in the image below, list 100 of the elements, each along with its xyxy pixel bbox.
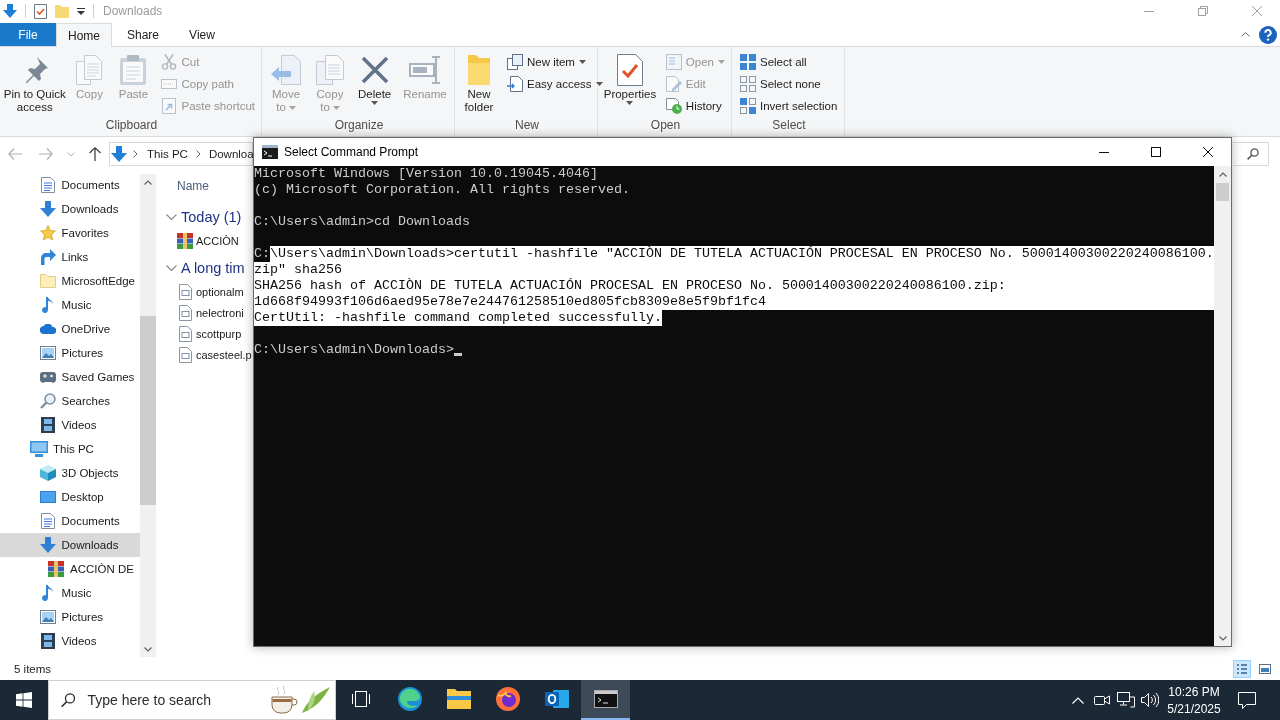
tea-cup-drawing — [268, 685, 330, 715]
console-text: Microsoft Windows [Version 10.0.19045.4046] — [254, 166, 598, 182]
scrollbar[interactable] — [1214, 166, 1231, 646]
nav-item[interactable]: Downloads — [0, 197, 140, 221]
file-menu-tab[interactable]: File — [0, 23, 56, 46]
copy-icon — [76, 55, 103, 85]
notification-icon[interactable] — [1238, 691, 1256, 709]
nav-item[interactable]: Pictures — [0, 341, 140, 365]
nav-item[interactable]: Links — [0, 245, 140, 269]
file-item[interactable]: casesteel.p — [177, 344, 252, 365]
address-field[interactable]: This PC Downloa — [109, 142, 253, 166]
file-icon — [178, 346, 192, 363]
film-icon — [40, 417, 55, 433]
ribbon-tab[interactable]: View — [174, 23, 230, 46]
ribbon-button[interactable]: New folder — [459, 51, 499, 117]
ribbon-button[interactable]: Select none — [736, 73, 842, 95]
file-item[interactable]: optionalm — [177, 281, 244, 302]
terminal-icon — [262, 145, 278, 159]
taskbar-button[interactable] — [581, 680, 630, 720]
chevron-down-icon[interactable] — [166, 264, 177, 272]
search-box[interactable]: Type here to search — [48, 680, 336, 720]
select-all-icon — [740, 54, 756, 70]
download-arrow-icon — [39, 537, 56, 553]
nav-item[interactable]: Music — [0, 293, 140, 317]
nav-item[interactable]: Music — [0, 581, 140, 605]
scrollbar-thumb[interactable] — [1216, 183, 1229, 201]
up-arrow-icon[interactable] — [89, 147, 101, 161]
select-none-icon — [740, 76, 756, 92]
restore-icon[interactable] — [1198, 6, 1208, 16]
console-text: C:\Users\admin>cd Downloads — [254, 214, 470, 230]
file-item[interactable]: nelectroni — [177, 302, 244, 323]
breadcrumb-item[interactable]: Downloa — [208, 148, 254, 160]
minimize-icon[interactable] — [1099, 151, 1109, 153]
console-text: (c) Microsoft Corporation. All rights reserved. — [254, 182, 630, 198]
rename-icon — [409, 56, 441, 84]
file-item[interactable]: ACCIÒN — [177, 230, 239, 251]
ribbon-button[interactable]: Select all — [736, 51, 842, 73]
clock-time[interactable]: 10:26 PM — [1168, 684, 1220, 699]
scroll-up-icon[interactable] — [144, 179, 152, 185]
ribbon-button[interactable]: Invert selection — [736, 95, 842, 117]
scroll-up-icon[interactable] — [1218, 171, 1227, 177]
picture-icon — [39, 346, 56, 360]
nav-item[interactable]: Desktop — [0, 485, 140, 509]
screen-icon — [39, 491, 56, 503]
group-title[interactable]: A long tim — [181, 260, 245, 276]
nav-item[interactable]: Searches — [0, 389, 140, 413]
console-text: 1d668f94993f106d6aed95e78e7e244761258510ed805fcb8309e8e5f9bf1fc4 — [254, 294, 1214, 310]
scrollbar-thumb[interactable] — [140, 316, 156, 505]
nav-item[interactable]: Videos — [0, 413, 140, 437]
scroll-down-icon[interactable] — [1218, 635, 1227, 641]
nav-item[interactable]: MicrosoftEdge — [0, 269, 140, 293]
file-item[interactable]: scottpurp — [177, 323, 242, 344]
clock-date[interactable]: 5/21/2025 — [1167, 701, 1221, 716]
scrollbar[interactable] — [140, 174, 156, 657]
checkmark-page-icon[interactable] — [34, 3, 47, 19]
ribbon-tab[interactable]: Home — [56, 23, 112, 47]
document-icon — [40, 177, 55, 193]
download-arrow-icon[interactable] — [3, 4, 17, 18]
swirl-icon — [397, 687, 422, 711]
speaker-icon[interactable] — [1141, 692, 1159, 708]
scroll-down-icon[interactable] — [144, 646, 152, 652]
ribbon-button[interactable]: Pin to Quick access — [4, 51, 66, 117]
video-camera-icon[interactable] — [1094, 693, 1110, 707]
nav-item[interactable]: ACCIÒN DE — [0, 557, 140, 581]
file-icon — [178, 304, 192, 321]
nav-item[interactable]: Pictures — [0, 605, 140, 629]
column-header[interactable]: Name — [177, 171, 209, 201]
nav-item[interactable]: Saved Games — [0, 365, 140, 389]
easy-access-icon — [507, 76, 523, 92]
close-icon[interactable] — [1203, 147, 1213, 157]
console-text: CertUtil: -hashfile command completed successfully. — [254, 310, 662, 326]
ribbon-button[interactable]: Delete — [354, 51, 396, 108]
nav-item[interactable]: Documents — [0, 173, 140, 197]
customize-caret-icon[interactable] — [77, 7, 85, 15]
ribbon-button[interactable]: History — [661, 95, 729, 117]
nav-item[interactable]: This PC — [0, 437, 140, 461]
monitor-icon — [30, 441, 48, 457]
nav-item[interactable]: Documents — [0, 509, 140, 533]
nav-item[interactable]: 3D Objects — [0, 461, 140, 485]
help-icon[interactable] — [1259, 25, 1277, 44]
network-icon[interactable] — [1117, 692, 1135, 708]
details-view-icon[interactable] — [1233, 660, 1251, 678]
chevron-right-icon[interactable] — [195, 150, 201, 158]
nav-item[interactable]: Favorites — [0, 221, 140, 245]
history-icon — [665, 98, 682, 114]
chevron-right-icon[interactable] — [133, 150, 138, 158]
nav-item[interactable]: OneDrive — [0, 317, 140, 341]
delete-icon — [360, 56, 389, 84]
search-field[interactable]: Type here to search — [87, 689, 256, 711]
nav-item[interactable]: Downloads — [0, 533, 140, 557]
search-field[interactable] — [1233, 142, 1269, 166]
download-arrow-icon — [111, 146, 127, 162]
cube-icon — [39, 465, 56, 481]
breadcrumb-item[interactable]: This PC — [147, 148, 188, 160]
ribbon-tab[interactable]: Share — [115, 23, 171, 46]
nav-item[interactable]: Videos — [0, 629, 140, 653]
group-title[interactable]: Today (1) — [181, 209, 242, 225]
start-icon[interactable] — [16, 692, 32, 708]
chevron-down-icon[interactable] — [166, 213, 177, 221]
maximize-icon[interactable] — [1151, 147, 1161, 157]
